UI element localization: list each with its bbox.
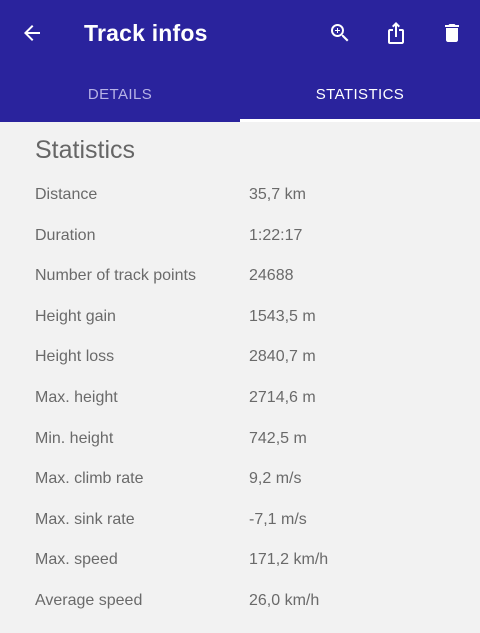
stat-value: 35,7 km [249,186,306,203]
stat-value: 1:22:17 [249,226,303,244]
stat-row-max-sink-rate: Max. sink rate -7,1 m/s [0,501,480,542]
stat-value: 2714,6 m [249,388,316,406]
section-title: Statistics [35,136,136,164]
stat-label: Height gain [35,307,116,325]
stat-row-max-height: Max. height 2714,6 m [0,379,480,420]
stat-value: 742,5 m [249,429,307,447]
statistics-list: Distance 35,7 km Duration 1:22:17 Number… [0,176,480,623]
stat-value: 1543,5 m [249,307,316,325]
share-icon[interactable] [376,13,416,53]
statistics-panel: Statistics Distance 35,7 km Duration 1:2… [0,122,480,633]
stat-value: 26,0 km/h [249,591,320,609]
stat-row-height-loss: Height loss 2840,7 m [0,338,480,379]
tab-statistics[interactable]: STATISTICS [240,66,480,122]
zoom-in-icon[interactable] [320,13,360,53]
back-arrow-icon[interactable] [12,13,52,53]
stat-label: Duration [35,226,96,244]
tab-details-label: DETAILS [87,85,153,103]
stat-label: Average speed [35,591,143,609]
stat-value: -7,1 m/s [249,510,307,528]
stat-row-height-gain: Height gain 1543,5 m [0,298,480,339]
stat-label: Height loss [35,348,115,366]
app-bar: Track infos DETAILS STATISTICS [0,0,480,122]
stat-label: Max. climb rate [35,470,144,488]
stat-row-min-height: Min. height 742,5 m [0,420,480,461]
stat-value: 9,2 m/s [249,470,302,488]
delete-icon[interactable] [432,13,472,53]
toolbar: Track infos [0,0,480,66]
tab-statistics-label: STATISTICS [315,85,405,103]
stat-label: Max. speed [35,551,118,569]
stat-row-distance: Distance 35,7 km [0,176,480,217]
stat-row-max-speed: Max. speed 171,2 km/h [0,541,480,582]
stat-label: Max. sink rate [35,510,135,528]
stat-row-average-speed: Average speed 26,0 km/h [0,582,480,623]
stat-label: Max. height [35,388,118,406]
stat-label: Number of track points [35,267,196,285]
stat-label: Distance [35,186,98,203]
stat-row-track-points: Number of track points 24688 [0,257,480,298]
stat-row-max-climb-rate: Max. climb rate 9,2 m/s [0,460,480,501]
stat-label: Min. height [35,429,114,447]
tab-bar: DETAILS STATISTICS [0,66,480,122]
stat-value: 24688 [249,267,294,285]
stat-value: 171,2 km/h [249,551,329,569]
tab-details[interactable]: DETAILS [0,66,240,122]
stat-value: 2840,7 m [249,348,316,366]
page-title: Track infos [84,20,208,46]
stat-row-duration: Duration 1:22:17 [0,217,480,258]
